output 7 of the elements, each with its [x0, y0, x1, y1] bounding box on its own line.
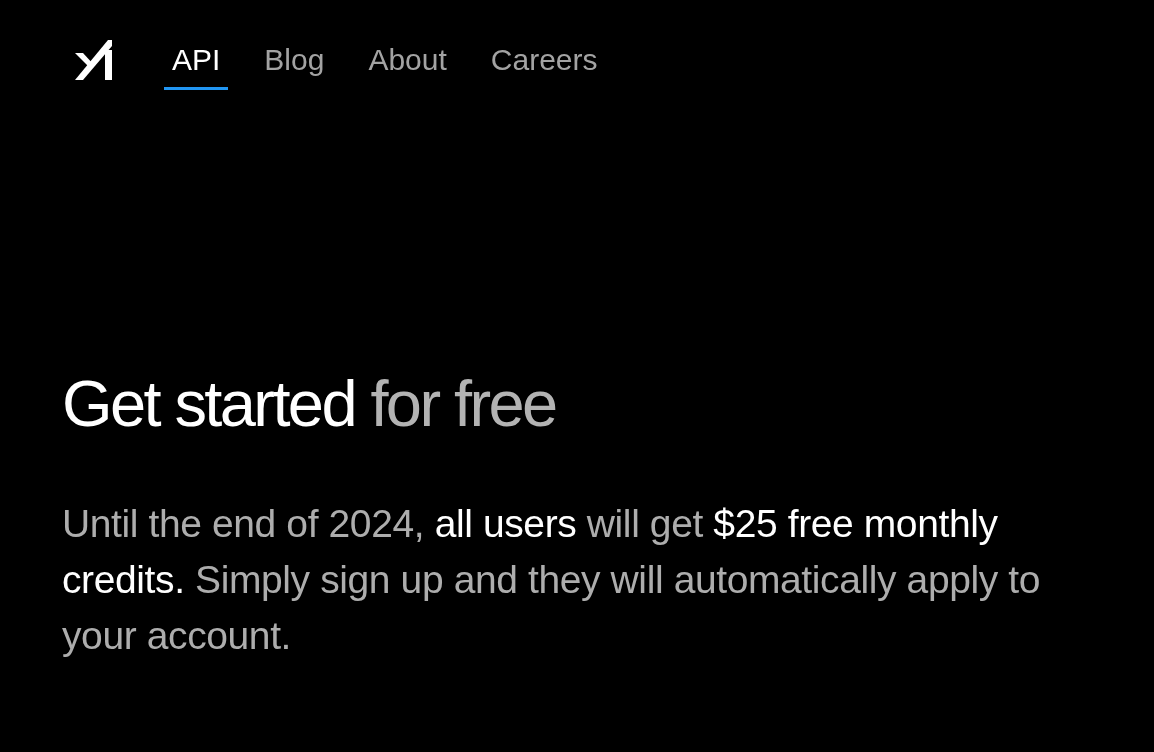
nav-tab[interactable]: Careers [482, 42, 606, 90]
logo[interactable] [75, 40, 112, 80]
nav-tab[interactable]: About [360, 42, 455, 90]
nav-tab[interactable]: API [164, 42, 229, 90]
hero-description: Until the end of 2024, all users will get $25 free monthly credits. Simply sign up and they will automatically apply to your account. [62, 501, 1042, 659]
nav-tab[interactable]: Blog [256, 42, 333, 90]
hero-heading: Get started for free [62, 368, 556, 440]
